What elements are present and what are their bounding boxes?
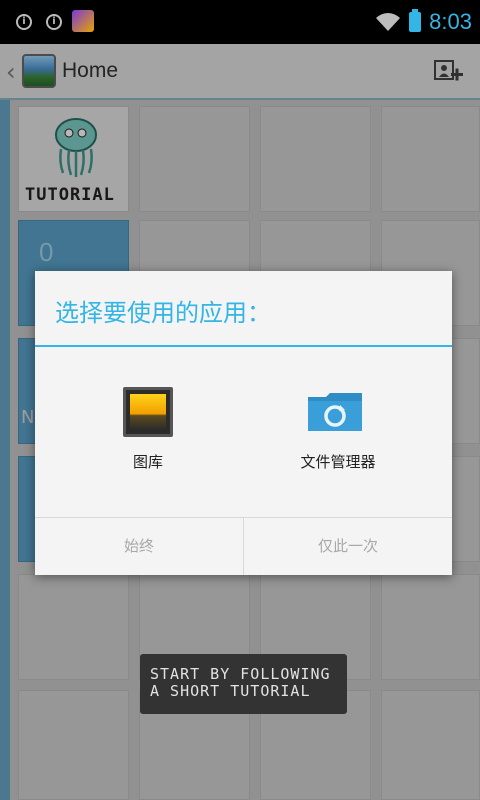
file-manager-icon — [308, 393, 362, 431]
app-choice-label: 文件管理器 — [300, 453, 376, 471]
status-bar: i i 8:03 — [0, 0, 480, 44]
battery-icon — [409, 9, 422, 32]
tutorial-tooltip: START BY FOLLOWING A SHORT TUTORIAL — [140, 654, 347, 714]
app-chooser-dialog: 选择要使用的应用： 图库 文件管理器 始终 仅此一次 — [35, 271, 452, 575]
app-choice-gallery[interactable]: 图库 — [58, 383, 238, 483]
tooltip-line-1: START BY FOLLOWING — [150, 665, 331, 683]
just-once-button[interactable]: 仅此一次 — [243, 518, 452, 575]
app-choice-label: 图库 — [132, 453, 163, 471]
app-notification-icon — [72, 10, 94, 32]
gallery-icon — [123, 387, 173, 437]
info-icon: i — [16, 14, 32, 30]
dialog-title: 选择要使用的应用： — [55, 299, 271, 327]
always-button[interactable]: 始终 — [35, 518, 243, 575]
wifi-icon — [376, 13, 401, 31]
app-choice-file-manager[interactable]: 文件管理器 — [248, 383, 428, 483]
dialog-button-bar: 始终 仅此一次 — [35, 517, 452, 575]
dialog-divider — [35, 345, 452, 347]
tooltip-line-2: A SHORT TUTORIAL — [150, 682, 311, 700]
info-icon: i — [46, 14, 62, 30]
clock: 8:03 — [429, 9, 472, 34]
